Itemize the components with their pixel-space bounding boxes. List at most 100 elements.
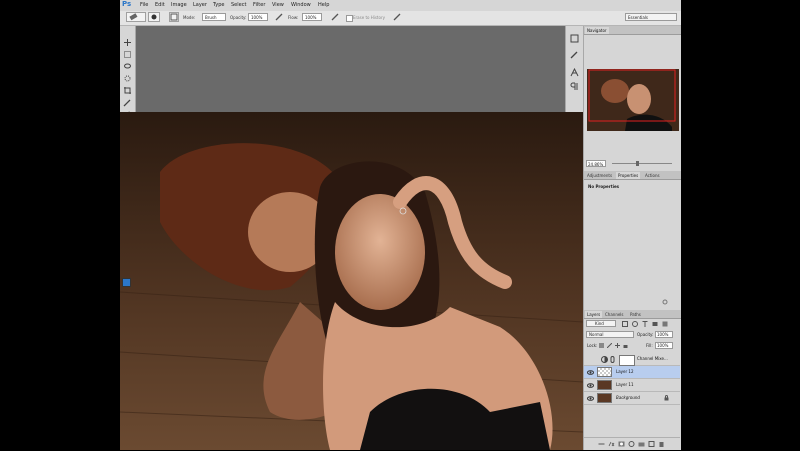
visibility-toggle[interactable] bbox=[587, 369, 594, 376]
tab-navigator[interactable]: Navigator bbox=[585, 27, 609, 34]
filter-type-button[interactable] bbox=[642, 321, 648, 327]
layer-row-layer-12[interactable]: Layer 12 bbox=[584, 366, 680, 379]
menu-select[interactable]: Select bbox=[231, 2, 246, 8]
panel-icon-strip bbox=[565, 26, 584, 112]
properties-footer-button[interactable] bbox=[662, 299, 668, 305]
tab-channels[interactable]: Channels bbox=[603, 311, 626, 318]
foreground-color-swatch[interactable] bbox=[122, 278, 131, 287]
character-panel-button[interactable] bbox=[570, 68, 579, 77]
menu-window[interactable]: Window bbox=[291, 2, 311, 8]
layer-style-button[interactable] bbox=[608, 441, 615, 447]
tab-properties[interactable]: Properties bbox=[616, 172, 641, 179]
paragraph-panel-button[interactable] bbox=[570, 82, 579, 91]
tab-layers[interactable]: Layers bbox=[585, 311, 603, 318]
pen-pressure-icon bbox=[275, 13, 283, 21]
move-icon bbox=[124, 39, 131, 46]
pressure-size-button[interactable] bbox=[392, 12, 402, 22]
filter-shape-button[interactable] bbox=[652, 321, 658, 327]
history-panel-button[interactable] bbox=[570, 34, 579, 43]
marquee-icon bbox=[124, 51, 131, 58]
layer-opacity-input[interactable]: 100% bbox=[655, 331, 673, 338]
zoom-slider-handle[interactable] bbox=[636, 161, 639, 166]
navigator-preview[interactable] bbox=[587, 69, 679, 131]
image-filter-icon bbox=[622, 321, 628, 327]
layer-name[interactable]: Channel Mixe... bbox=[637, 356, 668, 361]
flow-input[interactable]: 100% bbox=[302, 13, 322, 21]
lock-icon bbox=[623, 345, 628, 348]
visibility-toggle[interactable] bbox=[587, 356, 594, 363]
airbrush-button[interactable] bbox=[330, 12, 340, 22]
visibility-toggle[interactable] bbox=[587, 395, 594, 402]
tab-paths[interactable]: Paths bbox=[628, 311, 643, 318]
workspace-label: Essentials bbox=[628, 15, 649, 20]
quick-select-tool[interactable] bbox=[123, 74, 132, 83]
new-adjustment-button[interactable] bbox=[628, 441, 635, 447]
brush-presets-button[interactable] bbox=[570, 50, 579, 59]
menu-help[interactable]: Help bbox=[318, 2, 329, 8]
layer-thumbnail bbox=[597, 367, 612, 377]
layer-thumbnail bbox=[597, 393, 612, 403]
lock-pixels-button[interactable] bbox=[607, 343, 612, 348]
properties-tabrow: Adjustments Properties Actions bbox=[584, 171, 681, 180]
lock-position-button[interactable] bbox=[615, 343, 620, 348]
layer-name[interactable]: Background bbox=[616, 395, 640, 400]
zoom-input[interactable]: 24.86% bbox=[586, 160, 606, 167]
layer-row-background[interactable]: Background bbox=[584, 392, 680, 405]
properties-panel: Adjustments Properties Actions No Proper… bbox=[583, 171, 681, 310]
lasso-tool[interactable] bbox=[123, 62, 132, 71]
adjustment-icon bbox=[601, 356, 608, 363]
brush-panel-toggle[interactable] bbox=[169, 12, 179, 22]
menu-view[interactable]: View bbox=[272, 2, 284, 8]
layers-tabrow: Layers Channels Paths bbox=[584, 310, 681, 319]
menu-type[interactable]: Type bbox=[213, 2, 224, 8]
filter-pixel-button[interactable] bbox=[622, 321, 628, 327]
layer-name[interactable]: Layer 12 bbox=[616, 369, 634, 374]
layer-filter-select[interactable]: Kind bbox=[586, 320, 616, 327]
tool-preset-picker[interactable] bbox=[126, 12, 146, 22]
layer-row-channel-mixer[interactable]: Channel Mixe... bbox=[584, 353, 680, 366]
lock-all-button[interactable] bbox=[623, 343, 628, 348]
menu-file[interactable]: File bbox=[140, 2, 148, 8]
layer-row-layer-11[interactable]: Layer 11 bbox=[584, 379, 680, 392]
document-canvas[interactable] bbox=[120, 112, 583, 450]
menu-edit[interactable]: Edit bbox=[155, 2, 165, 8]
opacity-input[interactable]: 100% bbox=[248, 13, 268, 21]
mode-select[interactable]: Brush bbox=[202, 13, 226, 21]
blend-mode-select[interactable]: Normal bbox=[586, 331, 634, 338]
filter-adjustment-button[interactable] bbox=[632, 321, 638, 327]
link-icon bbox=[610, 356, 615, 363]
crop-tool[interactable] bbox=[123, 86, 132, 95]
tab-actions[interactable]: Actions bbox=[643, 172, 662, 179]
zoom-slider[interactable] bbox=[612, 163, 672, 164]
new-group-button[interactable] bbox=[638, 441, 645, 447]
new-layer-button[interactable] bbox=[648, 441, 655, 447]
navigator-thumbnail bbox=[587, 69, 679, 131]
layer-name[interactable]: Layer 11 bbox=[616, 382, 634, 387]
menu-image[interactable]: Image bbox=[171, 2, 187, 8]
eye-icon bbox=[587, 370, 594, 375]
fill-input[interactable]: 100% bbox=[655, 342, 673, 349]
workspace-select[interactable]: Essentials bbox=[625, 13, 677, 21]
lock-transparent-button[interactable] bbox=[599, 343, 604, 348]
marquee-tool[interactable] bbox=[123, 50, 132, 59]
add-mask-button[interactable] bbox=[618, 441, 625, 447]
filter-smart-button[interactable] bbox=[662, 321, 668, 327]
quick-select-icon bbox=[124, 75, 131, 82]
eyedropper-icon bbox=[123, 99, 131, 107]
visibility-toggle[interactable] bbox=[587, 382, 594, 389]
menu-layer[interactable]: Layer bbox=[193, 2, 207, 8]
layer-mask-thumbnail[interactable] bbox=[619, 355, 635, 366]
link-layers-button[interactable] bbox=[598, 441, 605, 447]
chain-link-icon bbox=[610, 356, 615, 363]
move-tool[interactable] bbox=[123, 38, 132, 47]
delete-layer-button[interactable] bbox=[658, 441, 665, 447]
character-icon bbox=[570, 68, 579, 77]
erase-history-checkbox[interactable] bbox=[346, 15, 353, 22]
brush-size-picker[interactable] bbox=[148, 12, 160, 22]
tab-adjustments[interactable]: Adjustments bbox=[585, 172, 614, 179]
pressure-opacity-button[interactable] bbox=[274, 12, 284, 22]
menu-filter[interactable]: Filter bbox=[253, 2, 265, 8]
layer-thumbnail bbox=[597, 380, 612, 390]
eyedropper-tool[interactable] bbox=[123, 98, 132, 107]
eye-icon bbox=[587, 383, 594, 388]
